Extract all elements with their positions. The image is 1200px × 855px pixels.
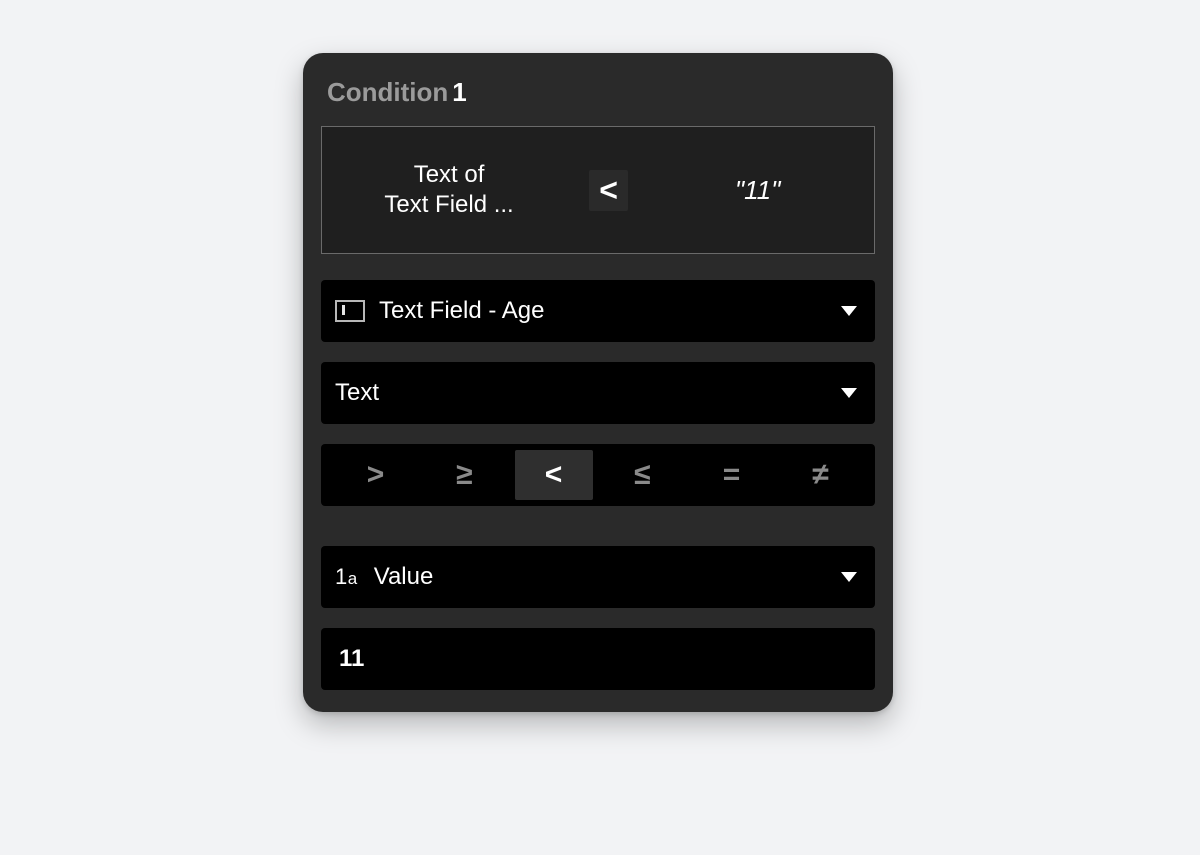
value-type-dropdown[interactable]: 1a 1a Value: [321, 546, 875, 608]
operator-equal-button[interactable]: =: [693, 450, 771, 500]
preview-left-operand: Text of Text Field ...: [332, 160, 566, 220]
condition-preview: Text of Text Field ... < "11": [321, 126, 875, 254]
panel-title-index: 1: [452, 77, 466, 107]
operator-greater-than-button[interactable]: >: [337, 450, 415, 500]
preview-left-line2: Text Field ...: [332, 190, 566, 220]
preview-left-line1: Text of: [332, 160, 566, 190]
operator-not-equal-button[interactable]: ≠: [782, 450, 860, 500]
chevron-down-icon: [841, 306, 857, 316]
condition-panel: Condition1 Text of Text Field ... < "11"…: [303, 53, 893, 712]
chevron-down-icon: [841, 388, 857, 398]
source-dropdown[interactable]: Text Field - Age: [321, 280, 875, 342]
text-field-icon: [335, 300, 365, 322]
value-type-badge: 1a 1a: [335, 564, 358, 590]
value-input[interactable]: 11: [321, 628, 875, 690]
operator-less-or-equal-button[interactable]: ≤: [604, 450, 682, 500]
panel-title: Condition1: [327, 77, 875, 108]
value-type-dropdown-label: Value: [374, 563, 841, 591]
operator-greater-or-equal-button[interactable]: ≥: [426, 450, 504, 500]
preview-operator: <: [566, 170, 651, 211]
chevron-down-icon: [841, 572, 857, 582]
value-input-text: 11: [339, 645, 364, 673]
panel-title-label: Condition: [327, 77, 448, 107]
operator-less-than-button[interactable]: <: [515, 450, 593, 500]
property-dropdown-label: Text: [335, 379, 841, 407]
source-dropdown-label: Text Field - Age: [379, 297, 841, 325]
property-dropdown[interactable]: Text: [321, 362, 875, 424]
preview-right-operand: "11": [651, 175, 864, 206]
operator-selector: >≥<≤=≠: [321, 444, 875, 506]
